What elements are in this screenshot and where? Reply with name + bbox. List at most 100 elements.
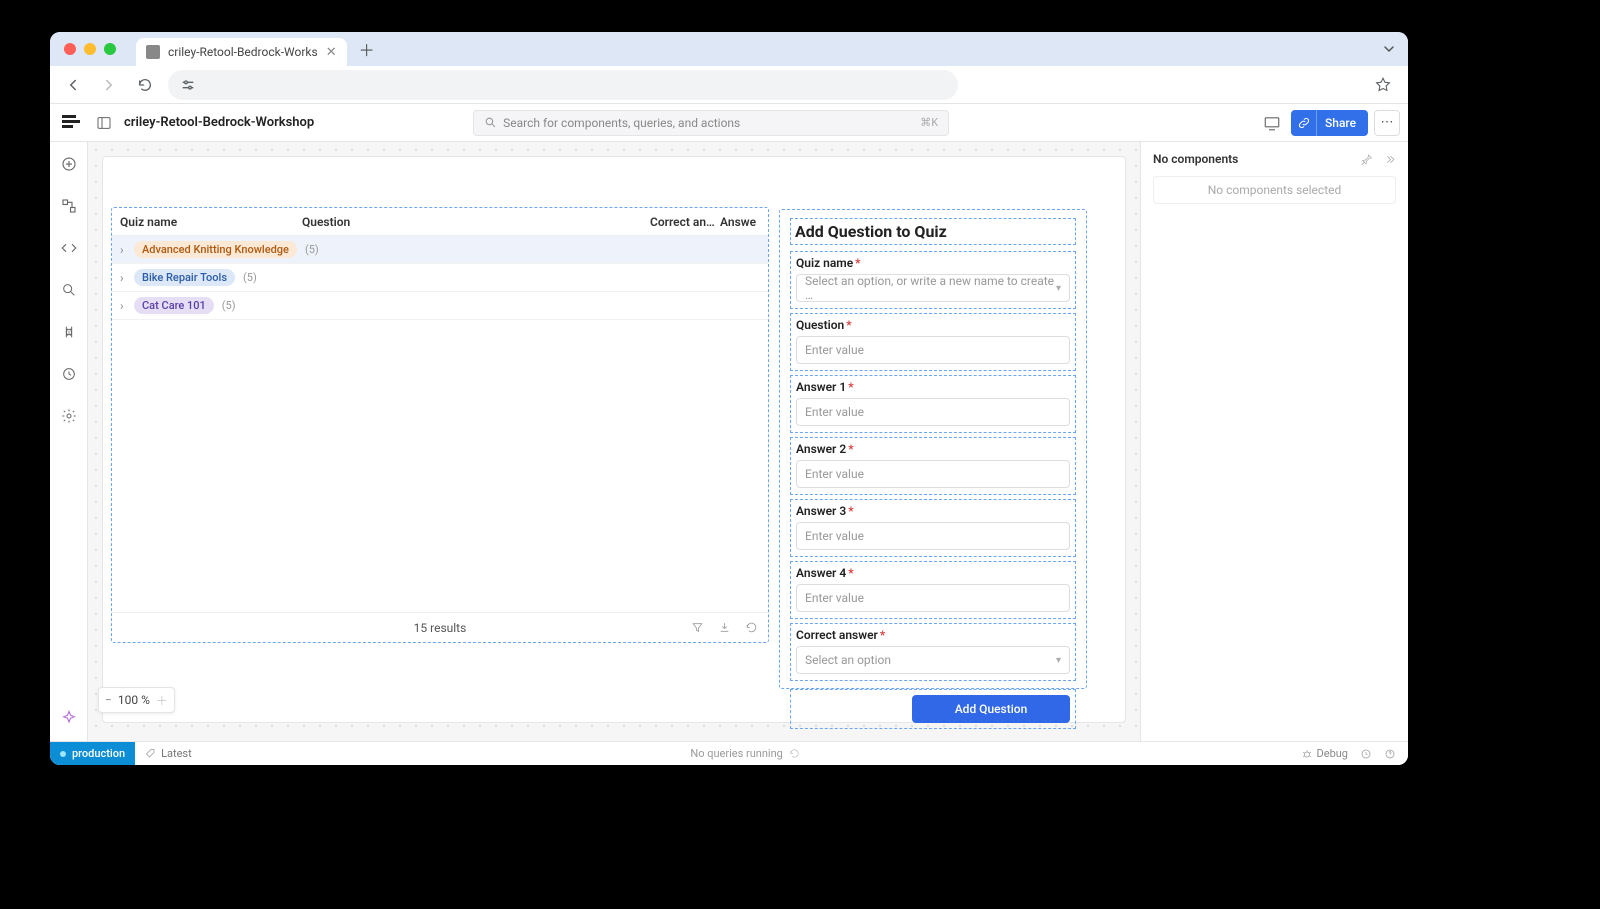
pin-icon[interactable] — [1360, 153, 1373, 166]
row-count: (5) — [243, 271, 257, 284]
close-window-button[interactable] — [64, 43, 76, 55]
reload-button[interactable] — [132, 72, 158, 98]
toggle-left-panel-button[interactable] — [92, 111, 116, 135]
browser-tab[interactable]: criley-Retool-Bedrock-Works ✕ — [136, 38, 347, 66]
app-header: criley-Retool-Bedrock-Workshop Search fo… — [50, 104, 1408, 142]
tag-icon — [145, 748, 157, 760]
environment-selector[interactable]: production — [50, 742, 135, 766]
column-correct-answer[interactable]: Correct ans... — [650, 215, 720, 229]
download-icon[interactable] — [718, 621, 731, 634]
input-answer-2[interactable]: Enter value — [796, 460, 1070, 488]
column-quiz-name[interactable]: Quiz name — [120, 215, 302, 229]
field-answer-4[interactable]: Answer 4* Enter value — [790, 561, 1076, 619]
canvas[interactable]: Quiz name Question Correct ans... Answe … — [88, 142, 1140, 741]
forward-button[interactable] — [96, 72, 122, 98]
refresh-small-icon[interactable] — [789, 748, 800, 759]
back-button[interactable] — [60, 72, 86, 98]
app-title: criley-Retool-Bedrock-Workshop — [124, 115, 314, 130]
new-tab-button[interactable]: ＋ — [355, 37, 379, 61]
quiz-tag: Bike Repair Tools — [134, 269, 235, 286]
zoom-in-button[interactable]: ＋ — [156, 692, 168, 709]
bookmark-button[interactable] — [1368, 70, 1398, 100]
refresh-icon[interactable] — [745, 621, 758, 634]
input-answer-4[interactable]: Enter value — [796, 584, 1070, 612]
label-quiz-name: Quiz name — [796, 256, 853, 270]
tab-close-button[interactable]: ✕ — [326, 45, 337, 60]
quiz-tag: Cat Care 101 — [134, 297, 214, 314]
field-correct-answer[interactable]: Correct answer* Select an option ▾ — [790, 623, 1076, 681]
tab-title: criley-Retool-Bedrock-Works — [168, 45, 318, 59]
submit-wrap[interactable]: Add Question — [790, 689, 1076, 729]
table-body-empty — [112, 320, 768, 612]
collapse-panel-icon[interactable] — [1383, 153, 1396, 166]
share-button[interactable]: Share — [1291, 110, 1368, 136]
inspector-empty-state: No components selected — [1153, 176, 1396, 204]
table-row[interactable]: › Advanced Knitting Knowledge (5) — [112, 236, 768, 264]
debug-button[interactable]: Debug — [1301, 747, 1348, 760]
field-question[interactable]: Question* Enter value — [790, 313, 1076, 371]
column-answer[interactable]: Answe — [720, 215, 760, 229]
state-button[interactable]: {i} — [59, 322, 79, 342]
zoom-out-button[interactable]: − — [105, 693, 112, 707]
select-correct-answer[interactable]: Select an option ▾ — [796, 646, 1070, 674]
query-status: No queries running — [202, 747, 1289, 760]
share-label: Share — [1317, 116, 1364, 130]
site-settings-icon — [180, 77, 196, 93]
label-correct-answer: Correct answer — [796, 628, 878, 642]
env-indicator-icon — [60, 751, 66, 757]
help-icon[interactable] — [1384, 748, 1396, 760]
component-tree-button[interactable] — [59, 196, 79, 216]
link-icon — [1291, 110, 1317, 136]
chevron-right-icon[interactable]: › — [120, 299, 134, 313]
command-search-input[interactable]: Search for components, queries, and acti… — [473, 110, 949, 136]
chevron-right-icon[interactable]: › — [120, 243, 134, 257]
address-bar[interactable] — [168, 70, 958, 100]
retool-logo-icon[interactable] — [62, 115, 80, 131]
form-component[interactable]: Add Question to Quiz Quiz name* Select a… — [779, 209, 1087, 689]
search-kbd-shortcut: ⌘K — [920, 116, 938, 129]
add-question-button[interactable]: Add Question — [912, 695, 1070, 723]
table-row[interactable]: › Bike Repair Tools (5) — [112, 264, 768, 292]
search-placeholder: Search for components, queries, and acti… — [503, 116, 740, 130]
form-title-wrap[interactable]: Add Question to Quiz — [790, 218, 1076, 245]
tab-list-button[interactable] — [1378, 38, 1400, 60]
search-rail-button[interactable] — [59, 280, 79, 300]
table-row[interactable]: › Cat Care 101 (5) — [112, 292, 768, 320]
ai-button[interactable] — [59, 709, 79, 729]
column-question[interactable]: Question — [302, 215, 650, 229]
zoom-value: 100 % — [118, 693, 150, 707]
more-options-button[interactable]: ⋯ — [1374, 110, 1400, 136]
filter-icon[interactable] — [691, 621, 704, 634]
browser-window: criley-Retool-Bedrock-Works ✕ ＋ criley-R… — [50, 32, 1408, 765]
table-component[interactable]: Quiz name Question Correct ans... Answe … — [111, 207, 769, 643]
history-button[interactable] — [59, 364, 79, 384]
code-button[interactable] — [59, 238, 79, 258]
table-footer: 15 results — [112, 612, 768, 642]
add-component-button[interactable] — [59, 154, 79, 174]
zoom-control[interactable]: − 100 % ＋ — [98, 687, 175, 713]
row-count: (5) — [305, 243, 319, 256]
quiz-tag: Advanced Knitting Knowledge — [134, 241, 297, 258]
field-answer-1[interactable]: Answer 1* Enter value — [790, 375, 1076, 433]
field-quiz-name[interactable]: Quiz name* Select an option, or write a … — [790, 251, 1076, 309]
header-actions: Share ⋯ — [1259, 110, 1400, 136]
chevron-right-icon[interactable]: › — [120, 271, 134, 285]
preview-button[interactable] — [1259, 110, 1285, 136]
env-label: production — [72, 747, 125, 760]
inspector-panel: No components No components selected — [1140, 142, 1408, 741]
status-clock-icon[interactable] — [1360, 748, 1372, 760]
field-answer-3[interactable]: Answer 3* Enter value — [790, 499, 1076, 557]
maximize-window-button[interactable] — [104, 43, 116, 55]
bug-icon — [1301, 748, 1313, 760]
field-answer-2[interactable]: Answer 2* Enter value — [790, 437, 1076, 495]
input-question[interactable]: Enter value — [796, 336, 1070, 364]
input-answer-1[interactable]: Enter value — [796, 398, 1070, 426]
chevron-down-icon: ▾ — [1056, 655, 1061, 666]
release-selector[interactable]: Latest — [135, 747, 202, 760]
select-quiz-name[interactable]: Select an option, or write a new name to… — [796, 274, 1070, 302]
minimize-window-button[interactable] — [84, 43, 96, 55]
settings-button[interactable] — [59, 406, 79, 426]
input-answer-3[interactable]: Enter value — [796, 522, 1070, 550]
label-answer-3: Answer 3 — [796, 504, 846, 518]
inspector-header: No components — [1153, 152, 1396, 166]
